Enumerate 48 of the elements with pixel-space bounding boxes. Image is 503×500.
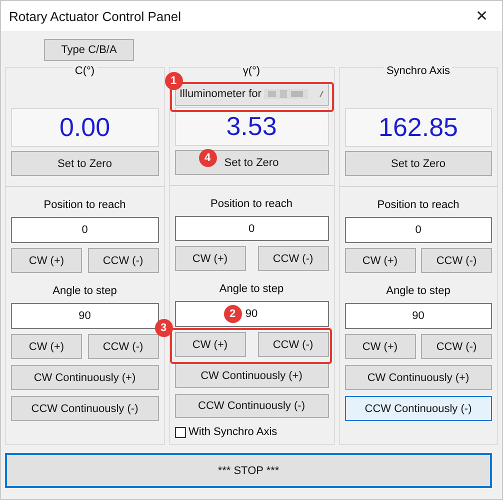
step-button[interactable]: CCW (-) xyxy=(88,334,158,359)
continuous-button[interactable]: CCW Continuously (-) xyxy=(11,396,158,421)
rotate-button[interactable]: CCW (-) xyxy=(88,248,158,273)
checkbox[interactable] xyxy=(174,426,186,438)
type-button[interactable]: Type C/B/A xyxy=(44,39,134,61)
angle-readout: 3.53 xyxy=(174,107,328,146)
step-button[interactable]: CCW (-) xyxy=(421,334,492,359)
window-title: Rotary Actuator Control Panel xyxy=(9,8,181,24)
field-label: Position to reach xyxy=(42,198,127,212)
position-field[interactable]: 0 xyxy=(11,217,158,243)
continuous-button[interactable]: CCW Continuously (-) xyxy=(344,396,492,421)
continuous-button[interactable]: CW Continuously (+) xyxy=(174,363,328,388)
step-button[interactable]: CW (+) xyxy=(174,332,246,358)
rotate-button[interactable]: CW (+) xyxy=(344,248,416,273)
callout-badge: 1 xyxy=(164,72,182,90)
redaction-mark xyxy=(264,88,308,100)
continuous-button[interactable]: CW Continuously (+) xyxy=(11,365,158,390)
rotate-button[interactable]: CCW (-) xyxy=(421,248,492,273)
rotate-button[interactable]: CW (+) xyxy=(11,248,82,273)
rotate-button[interactable]: CCW (-) xyxy=(258,246,328,272)
axis-heading: Synchro Axis xyxy=(384,64,452,78)
continuous-button[interactable]: CW Continuously (+) xyxy=(344,365,492,390)
angle-readout: 0.00 xyxy=(11,108,158,147)
dropdown-label: Illuminometer for xyxy=(180,88,262,100)
rotate-button[interactable]: CW (+) xyxy=(174,246,246,272)
device-dropdown[interactable]: Illuminometer for xyxy=(174,82,328,106)
field-label: Position to reach xyxy=(376,198,460,212)
position-field[interactable]: 0 xyxy=(344,217,492,243)
angle-readout: 162.85 xyxy=(344,108,492,147)
field-label: Angle to step xyxy=(218,282,285,296)
step-button[interactable]: CCW (-) xyxy=(258,332,328,358)
angle-field[interactable]: 90 xyxy=(344,303,492,329)
continuous-button[interactable]: CCW Continuously (-) xyxy=(174,394,328,418)
stop-button[interactable]: *** STOP *** xyxy=(5,453,492,488)
caret-icon xyxy=(318,90,324,98)
step-button[interactable]: CW (+) xyxy=(11,334,82,359)
checkbox-label: With Synchro Axis xyxy=(188,426,278,438)
field-label: Angle to step xyxy=(52,284,118,298)
set-zero-button[interactable]: Set to Zero xyxy=(344,151,492,176)
close-button[interactable]: ✕ xyxy=(462,1,502,31)
axis-heading: C(°) xyxy=(72,64,97,78)
angle-field[interactable]: 90 xyxy=(11,303,158,329)
set-zero-button[interactable]: Set to Zero xyxy=(11,151,158,176)
field-label: Angle to step xyxy=(385,284,452,298)
field-label: Position to reach xyxy=(210,197,294,212)
step-button[interactable]: CW (+) xyxy=(344,334,416,359)
axis-heading: γ(°) xyxy=(240,64,262,78)
position-field[interactable]: 0 xyxy=(174,216,328,242)
